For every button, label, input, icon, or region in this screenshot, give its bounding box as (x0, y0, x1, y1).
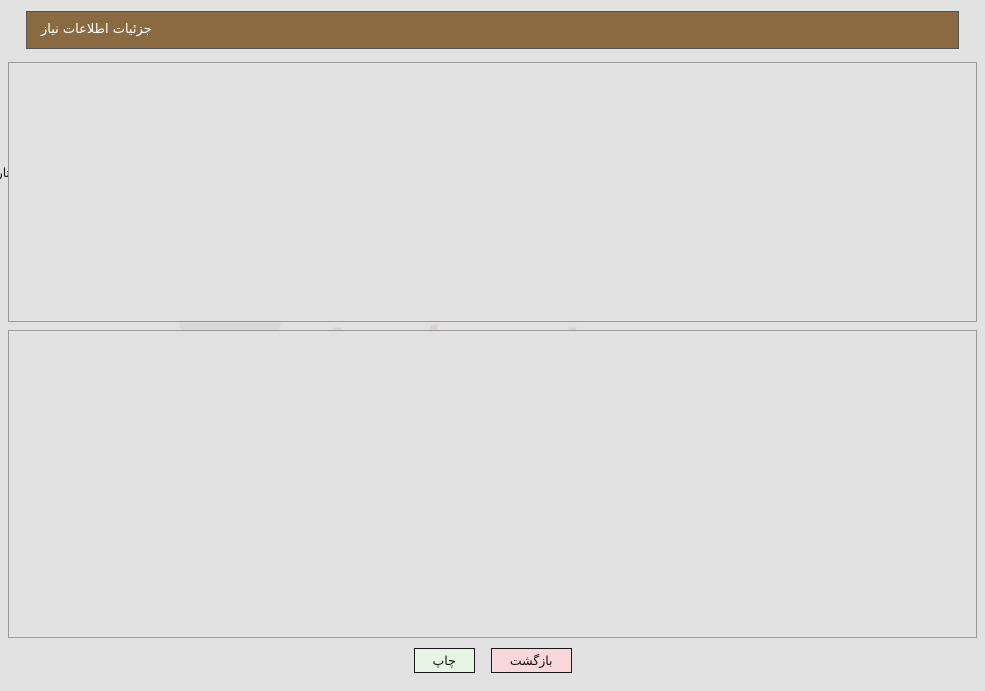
print-button[interactable]: چاپ (413, 648, 475, 673)
back-button[interactable]: بازگشت (490, 648, 572, 673)
page-root: AriaTender anatender.net جزئیات اطلاعات … (0, 0, 985, 691)
button-bar: بازگشت چاپ (0, 648, 985, 673)
page-header: جزئیات اطلاعات نیاز (26, 11, 959, 49)
service-details-panel (8, 330, 977, 638)
page-title: جزئیات اطلاعات نیاز (41, 22, 152, 37)
need-info-panel (8, 62, 977, 322)
